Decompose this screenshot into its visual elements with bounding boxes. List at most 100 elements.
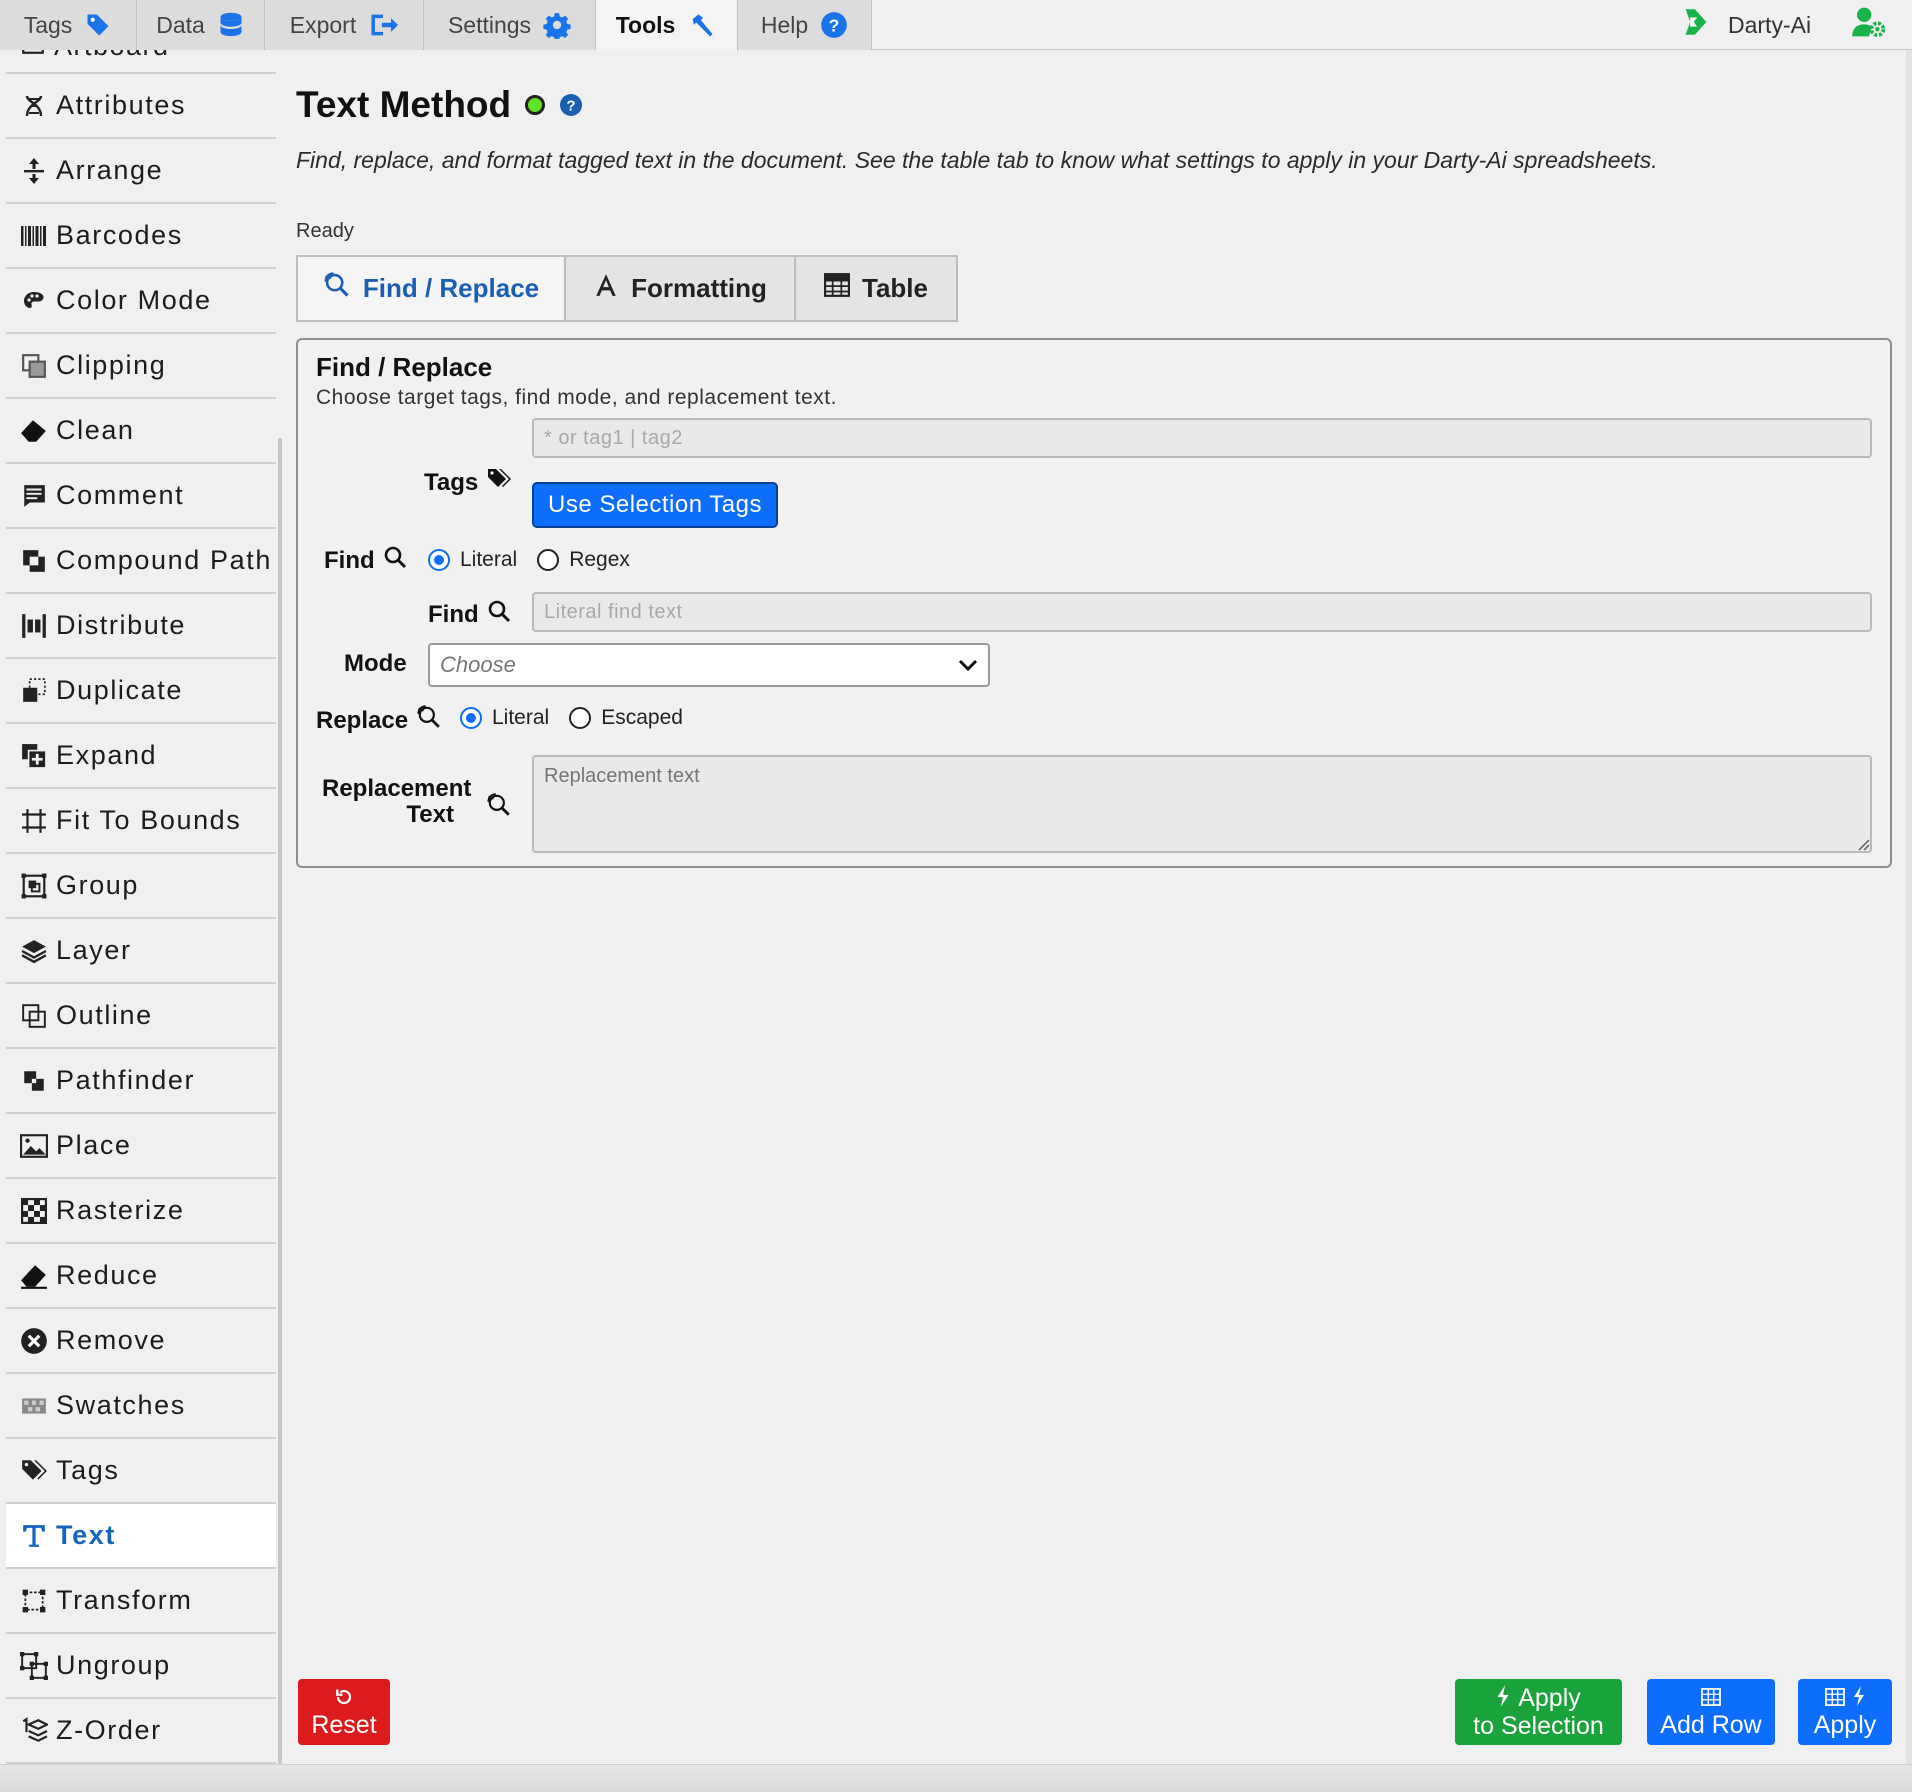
horizontal-scrollbar[interactable]	[0, 1764, 1912, 1792]
sidebar-item-label: Pathfinder	[56, 1065, 196, 1095]
tab-table[interactable]: Table	[796, 257, 956, 320]
find-mode-regex[interactable]: Regex	[537, 548, 630, 572]
table-icon	[1825, 1685, 1845, 1712]
sidebar-item-expand[interactable]: Expand	[6, 724, 276, 789]
logo-icon	[1682, 7, 1710, 43]
apply-label: Apply	[1813, 1711, 1877, 1739]
sidebar-item-fit-to-bounds[interactable]: Fit To Bounds	[6, 789, 276, 854]
replace-mode-escaped[interactable]: Escaped	[569, 706, 683, 730]
bolt-icon	[1853, 1685, 1865, 1712]
find-text-input[interactable]	[532, 592, 1872, 632]
sidebar-item-remove[interactable]: Remove	[6, 1309, 276, 1374]
add-row-label: Add Row	[1660, 1711, 1762, 1739]
mode-select-value: Choose	[440, 652, 516, 677]
sidebar-item-ungroup[interactable]: Ungroup	[6, 1634, 276, 1699]
radio-checked[interactable]	[460, 707, 482, 729]
sidebar-item-group[interactable]: Group	[6, 854, 276, 919]
search-icon	[487, 599, 511, 630]
sidebar-item-label: Barcodes	[56, 220, 183, 250]
tab-label: Data	[156, 11, 205, 38]
tab-data[interactable]: Data	[137, 0, 265, 50]
artboard-icon	[20, 50, 46, 63]
tags-input[interactable]	[532, 418, 1872, 458]
distribute-icon	[20, 612, 48, 640]
help-icon[interactable]: ?	[559, 84, 583, 126]
replacement-textarea[interactable]	[532, 755, 1872, 853]
layers-icon	[20, 937, 48, 965]
fit-bounds-icon	[20, 807, 48, 835]
sidebar-scrollbar[interactable]	[278, 438, 282, 1764]
page-title: Text Method ?	[296, 84, 583, 126]
undo-icon	[335, 1685, 353, 1712]
sidebar-item-barcodes[interactable]: Barcodes	[6, 204, 276, 269]
page-scrollbar[interactable]	[1906, 50, 1912, 1764]
tab-tags[interactable]: Tags	[0, 0, 137, 50]
hammer-icon	[687, 12, 717, 40]
sidebar-item-label: Attributes	[56, 90, 187, 120]
sidebar-item-attributes[interactable]: Attributes	[6, 74, 276, 139]
sidebar-item-label: Color Mode	[56, 285, 212, 315]
find-mode-label: Find	[324, 545, 407, 576]
sidebar-item-reduce[interactable]: Reduce	[6, 1244, 276, 1309]
sidebar-item-text[interactable]: Text	[6, 1504, 276, 1569]
sidebar-list: Artboard Attributes Arrange Barcodes Col…	[6, 50, 276, 1764]
tab-export[interactable]: Export	[265, 0, 424, 50]
tab-label: Find / Replace	[362, 273, 540, 303]
tags-icon	[20, 1457, 48, 1485]
top-tab-bar: Tags Data Export Settings Tools Help ? D…	[0, 0, 1912, 51]
sidebar-item-clean[interactable]: Clean	[6, 399, 276, 464]
remove-icon	[20, 1327, 48, 1355]
replace-mode-literal[interactable]: Literal	[460, 706, 549, 730]
sidebar-item-duplicate[interactable]: Duplicate	[6, 659, 276, 724]
sidebar-item-arrange[interactable]: Arrange	[6, 139, 276, 204]
sidebar-item-clipping[interactable]: Clipping	[6, 334, 276, 399]
svg-text:?: ?	[567, 98, 576, 115]
sidebar-item-label: Tags	[56, 1455, 120, 1485]
sidebar-item-rasterize[interactable]: Rasterize	[6, 1179, 276, 1244]
sidebar-item-distribute[interactable]: Distribute	[6, 594, 276, 659]
sidebar-item-label: Clipping	[56, 350, 167, 380]
tab-label: Tags	[23, 11, 73, 38]
arrange-icon	[20, 157, 48, 185]
sidebar-item-layer[interactable]: Layer	[6, 919, 276, 984]
tab-tools[interactable]: Tools	[596, 0, 738, 51]
sidebar-item-comment[interactable]: Comment	[6, 464, 276, 529]
search-icon	[383, 545, 407, 576]
sidebar-item-transform[interactable]: Transform	[6, 1569, 276, 1634]
sidebar-item-artboard[interactable]: Artboard	[6, 50, 276, 74]
mode-select[interactable]: Choose	[428, 643, 990, 687]
sidebar-item-swatches[interactable]: Swatches	[6, 1374, 276, 1439]
page-title-text: Text Method	[296, 84, 512, 125]
resize-grip-icon[interactable]	[1858, 838, 1870, 856]
sidebar-item-label: Clean	[56, 415, 135, 445]
apply-selection-label-1: Apply	[1518, 1684, 1581, 1712]
radio-checked[interactable]	[428, 549, 450, 571]
tab-formatting[interactable]: Formatting	[566, 257, 796, 320]
table-icon	[824, 273, 850, 304]
sidebar-item-label: Transform	[56, 1585, 193, 1615]
sidebar-item-outline[interactable]: Outline	[6, 984, 276, 1049]
apply-to-selection-button[interactable]: Apply to Selection	[1455, 1679, 1622, 1745]
tab-help[interactable]: Help ?	[738, 0, 872, 50]
radio-unchecked[interactable]	[537, 549, 560, 571]
add-row-button[interactable]: Add Row	[1647, 1679, 1775, 1745]
sidebar-item-tags[interactable]: Tags	[6, 1439, 276, 1504]
sidebar-item-z-order[interactable]: Z-Order	[6, 1699, 276, 1764]
sidebar-item-pathfinder[interactable]: Pathfinder	[6, 1049, 276, 1114]
image-icon	[20, 1132, 48, 1160]
reset-button[interactable]: Reset	[298, 1679, 390, 1745]
apply-button[interactable]: Apply	[1798, 1679, 1892, 1745]
find-mode-literal[interactable]: Literal	[428, 548, 517, 572]
sidebar-item-label: Place	[56, 1130, 132, 1160]
sidebar-item-place[interactable]: Place	[6, 1114, 276, 1179]
sidebar-item-compound-path[interactable]: Compound Path	[6, 529, 276, 594]
palette-icon	[20, 287, 48, 315]
sidebar-item-color-mode[interactable]: Color Mode	[6, 269, 276, 334]
user-settings-icon[interactable]	[1851, 5, 1887, 45]
tab-find-replace[interactable]: Find / Replace	[298, 257, 566, 320]
sidebar-item-label: Distribute	[56, 610, 187, 640]
radio-unchecked[interactable]	[569, 707, 592, 729]
apply-icons	[1825, 1685, 1865, 1712]
use-selection-tags-button[interactable]: Use Selection Tags	[532, 482, 778, 528]
tab-settings[interactable]: Settings	[424, 0, 596, 50]
